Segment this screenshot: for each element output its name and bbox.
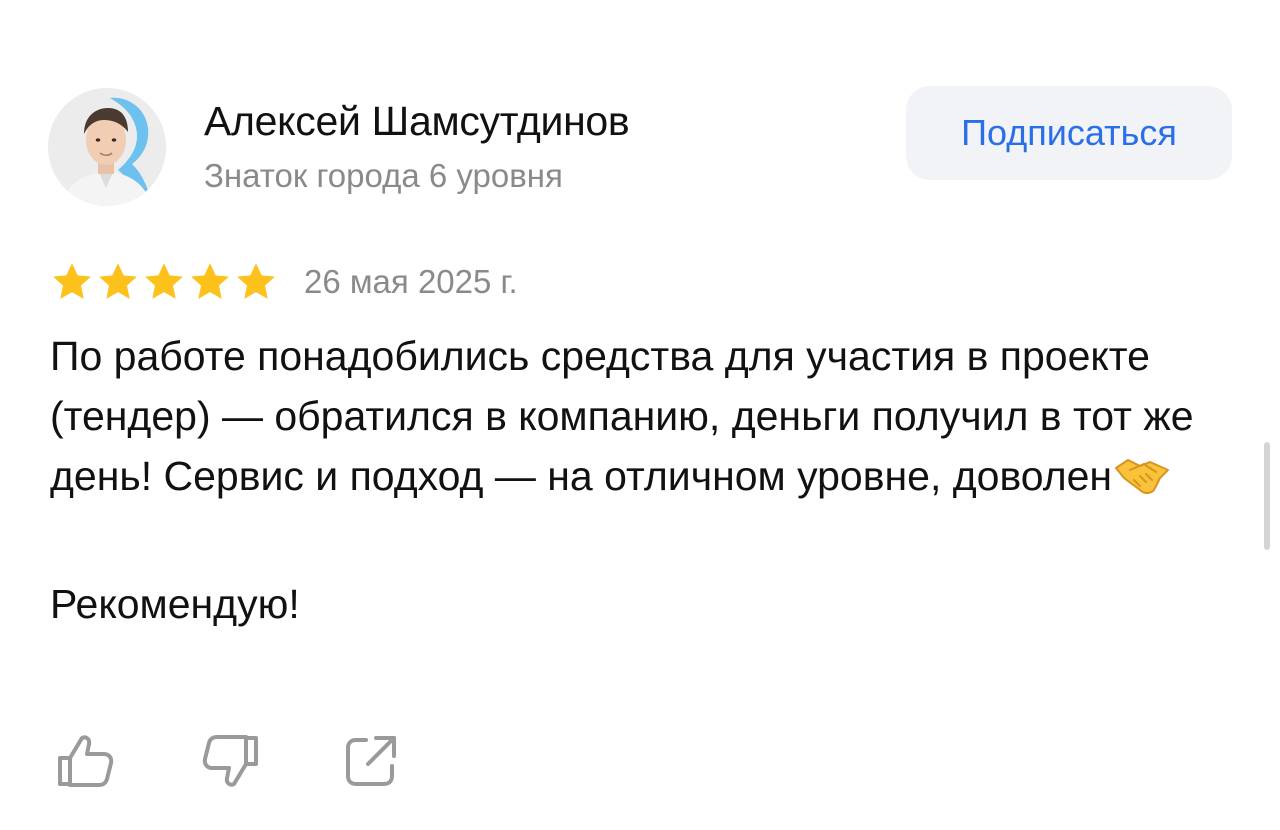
star-icon [237, 263, 275, 299]
handshake-icon [1114, 454, 1170, 514]
author-name[interactable]: Алексей Шамсутдинов [204, 98, 630, 145]
like-button[interactable] [54, 730, 116, 792]
share-button[interactable] [340, 730, 402, 792]
star-icon [145, 263, 183, 299]
star-icon [99, 263, 137, 299]
person-photo-avatar [48, 88, 166, 206]
review-paragraph-recommend: Рекомендую! [50, 581, 300, 627]
thumbs-down-icon [202, 735, 258, 787]
share-icon [346, 736, 396, 786]
thumbs-up-icon [58, 735, 114, 787]
scrollbar-thumb[interactable] [1264, 442, 1270, 550]
review-text: По работе понадобились средства для учас… [50, 326, 1230, 634]
author-avatar[interactable] [48, 88, 166, 206]
review-paragraph: По работе понадобились средства для учас… [50, 326, 1230, 514]
review-date: 26 мая 2025 г. [304, 263, 518, 300]
subscribe-button[interactable]: Подписаться [906, 86, 1232, 180]
star-icon [53, 263, 91, 299]
star-icon [191, 263, 229, 299]
author-level: Знаток города 6 уровня [204, 157, 563, 194]
rating-stars [50, 260, 278, 304]
dislike-button[interactable] [200, 730, 262, 792]
review-text-body: По работе понадобились средства для учас… [50, 333, 1194, 499]
